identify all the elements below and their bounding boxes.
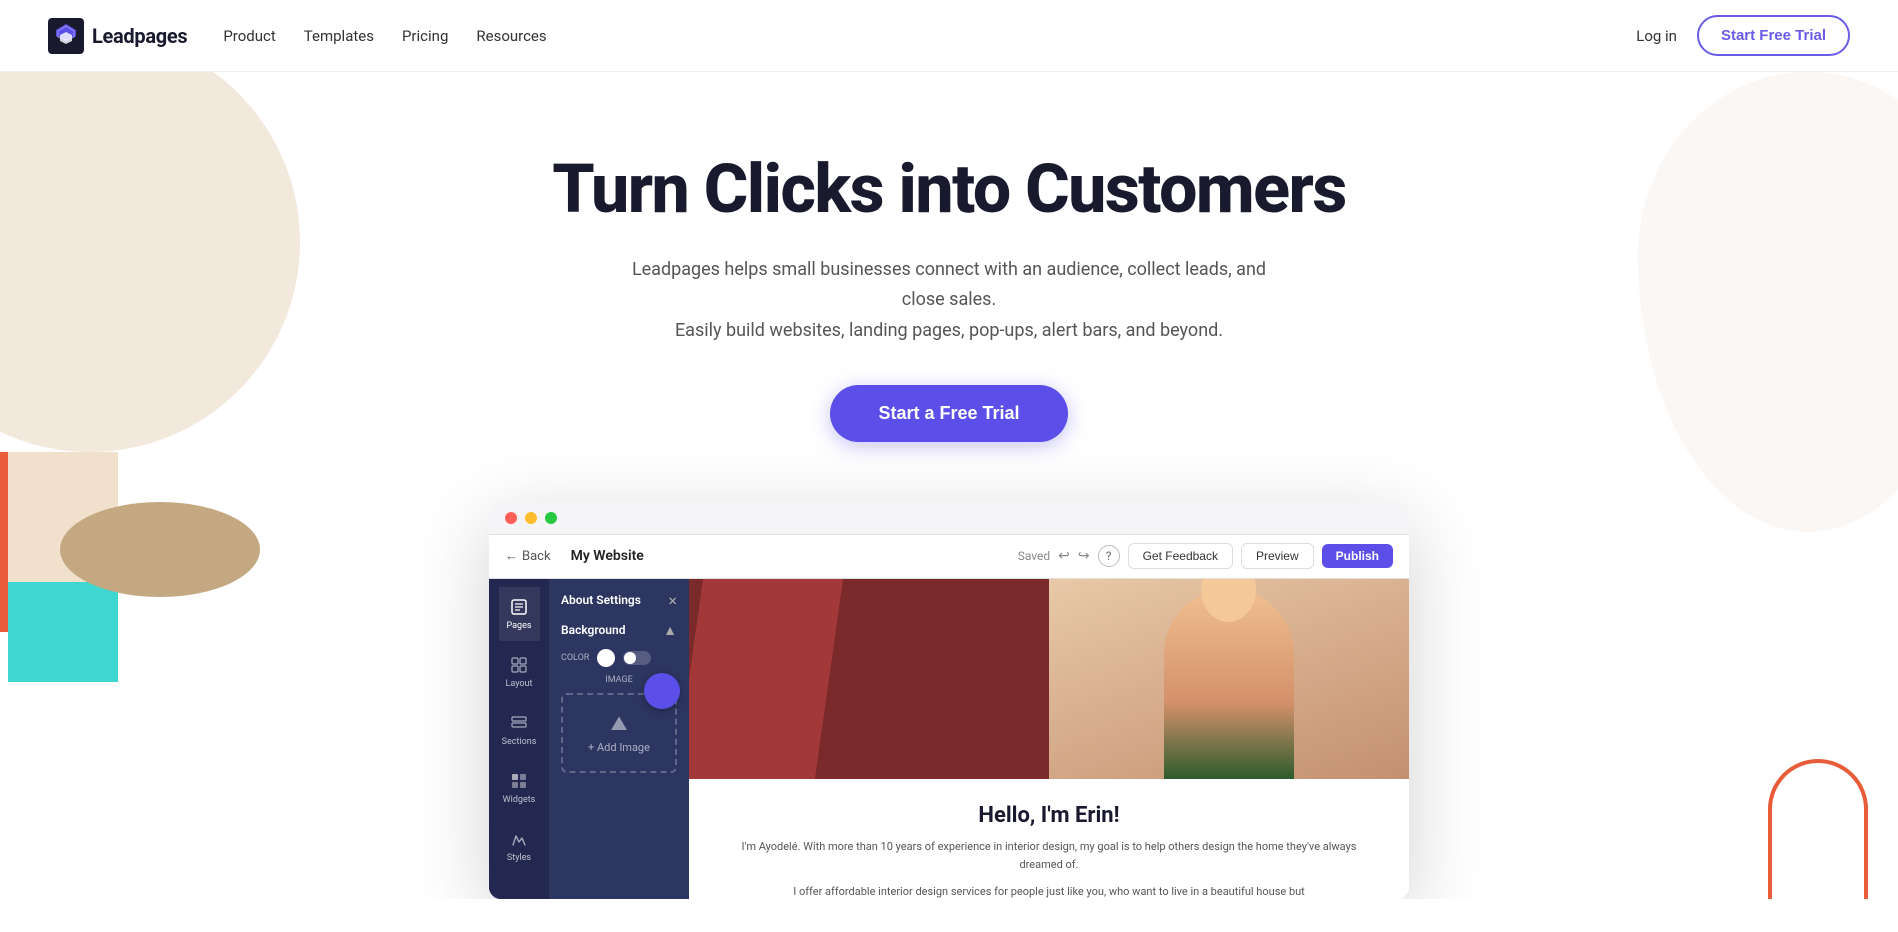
sidebar-item-sections[interactable]: Sections [494,703,545,757]
browser-toolbar: ← Back My Website Saved ↩ ↪ ? Get Feedba… [489,535,1409,579]
browser-window: ← Back My Website Saved ↩ ↪ ? Get Feedba… [489,502,1409,899]
browser-chrome-bar [489,502,1409,535]
hero-subheading: Leadpages helps small businesses connect… [629,255,1269,347]
preview-button[interactable]: Preview [1241,543,1314,569]
editor-sidebar: Pages Layout [489,579,689,899]
nav-link-product[interactable]: Product [223,27,275,45]
toolbar-right: Saved ↩ ↪ ? Get Feedback Preview Publish [1018,543,1393,569]
mountain-icon: ⛰ [611,711,628,735]
sidebar-item-layout[interactable]: Layout [498,645,541,699]
undo-icon[interactable]: ↩ [1058,548,1070,564]
browser-body: Pages Layout [489,579,1409,899]
person-photo [1049,579,1409,779]
styles-label: Styles [507,853,531,863]
styles-icon [509,829,529,849]
page-photo-area [1049,579,1409,779]
browser-close-dot [505,512,517,524]
page-preview: Hello, I'm Erin! I'm Ayodelé. With more … [689,579,1409,899]
layout-label: Layout [506,679,533,689]
deco-teal-rect [8,582,118,682]
widgets-icon [509,771,529,791]
sections-label: Sections [502,737,537,747]
page-para1: I'm Ayodelé. With more than 10 years of … [725,838,1373,875]
logo[interactable]: Leadpages [48,18,187,54]
nav-left: Leadpages Product Templates Pricing Reso… [48,18,547,54]
page-para2: I offer affordable interior design servi… [725,883,1373,899]
page-top-section [689,579,1409,779]
login-link[interactable]: Log in [1636,27,1677,45]
logo-text: Leadpages [92,24,187,48]
nav-links: Product Templates Pricing Resources [223,27,546,45]
hero-section: Turn Clicks into Customers Leadpages hel… [0,72,1898,899]
sidebar-panel: About Settings × Background ▲ COLOR [549,579,689,899]
deco-right [1768,759,1868,899]
sidebar-item-pages[interactable]: Pages [499,587,540,641]
layout-icon [509,655,529,675]
pages-label: Pages [507,621,532,631]
deco-tan-oval [60,502,260,597]
nav-link-pricing[interactable]: Pricing [402,27,448,45]
panel-header: About Settings × [561,591,677,610]
sections-icon [509,713,529,733]
nav-link-resources[interactable]: Resources [476,27,546,45]
page-accent-shape [689,579,843,779]
sidebar-layout: Pages Layout [489,579,689,899]
back-button[interactable]: ← Back [505,548,551,564]
nav-link-templates[interactable]: Templates [304,27,374,45]
panel-title: About Settings [561,593,641,607]
back-label: Back [522,549,551,564]
browser-maximize-dot [545,512,557,524]
color-toggle[interactable] [623,651,651,665]
site-title: My Website [571,548,644,564]
deco-arch [1768,759,1868,899]
navbar: Leadpages Product Templates Pricing Reso… [0,0,1898,72]
redo-icon[interactable]: ↪ [1078,548,1090,564]
panel-close[interactable]: × [668,591,677,610]
widgets-label: Widgets [503,795,536,805]
hero-cta-button[interactable]: Start a Free Trial [830,385,1067,442]
nav-right: Log in Start Free Trial [1636,15,1850,56]
page-text-content: Hello, I'm Erin! I'm Ayodelé. With more … [689,779,1409,899]
background-label: Background [561,623,625,637]
color-swatch[interactable] [597,649,615,667]
deco-orange-bar [0,452,8,632]
page-dark-bg [689,579,1049,779]
back-arrow-icon: ← [505,548,518,564]
person-head [1201,579,1256,622]
sidebar-icons: Pages Layout [489,579,549,899]
sidebar-item-styles[interactable]: Styles [499,819,539,873]
saved-status: Saved [1018,549,1050,563]
hero-content: Turn Clicks into Customers Leadpages hel… [20,152,1878,442]
drag-handle[interactable] [644,673,680,709]
help-icon[interactable]: ? [1098,545,1120,567]
browser-minimize-dot [525,512,537,524]
browser-mockup: ← Back My Website Saved ↩ ↪ ? Get Feedba… [469,502,1429,899]
background-section-header: Background ▲ [561,622,677,639]
color-row: COLOR [561,649,677,667]
chevron-up-icon: ▲ [663,622,677,639]
feedback-button[interactable]: Get Feedback [1128,543,1233,569]
page-heading: Hello, I'm Erin! [725,803,1373,828]
color-label: COLOR [561,653,589,663]
publish-button[interactable]: Publish [1322,544,1393,568]
sidebar-item-widgets[interactable]: Widgets [495,761,544,815]
person-body [1164,589,1294,779]
hero-heading: Turn Clicks into Customers [20,152,1878,227]
pages-icon [509,597,529,617]
add-image-label: + Add Image [588,741,650,754]
nav-trial-button[interactable]: Start Free Trial [1697,15,1850,56]
